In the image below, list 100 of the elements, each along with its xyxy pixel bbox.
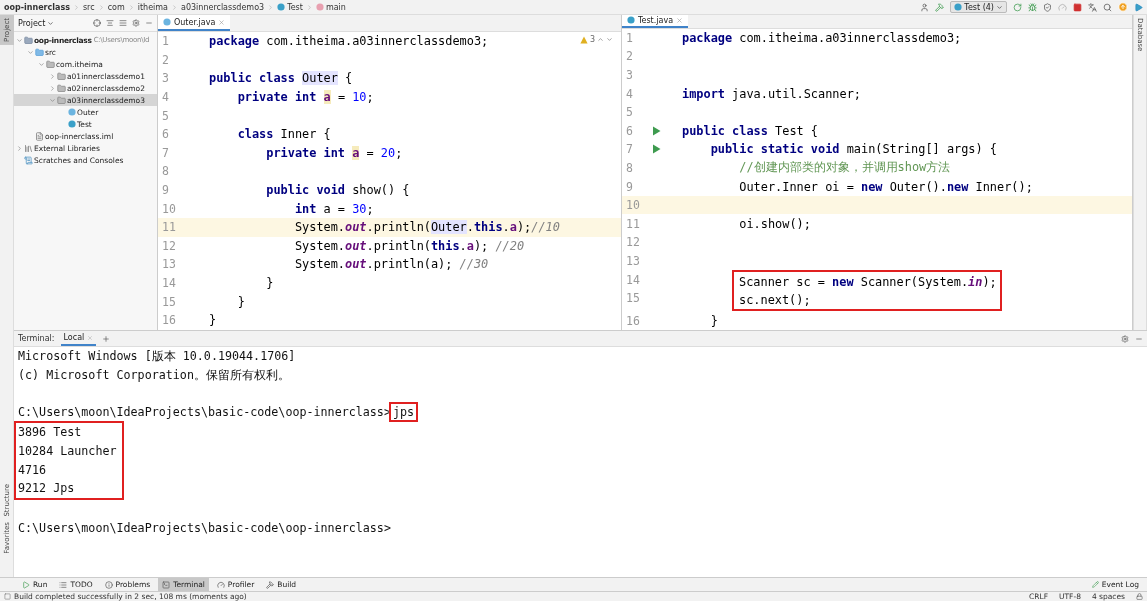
class-icon [627,16,635,25]
close-icon[interactable] [87,334,94,341]
run-icon[interactable] [652,125,661,136]
caret-icon [996,3,1003,11]
panel-title: Terminal: [18,334,55,343]
terminal-line: 4716 [18,461,48,479]
code-line: import java.util.Scanner; [682,86,861,101]
folder-icon [57,71,66,81]
bug-icon[interactable] [1028,2,1037,12]
chevron-right-icon [171,3,178,11]
chevron-down-icon[interactable] [606,36,613,43]
line-number: 10 [626,198,641,213]
update-icon[interactable] [1118,2,1128,12]
crosshair-icon[interactable] [93,19,101,27]
line-number: 9 [626,179,634,194]
stop-icon[interactable] [1073,2,1082,12]
line-number: 11 [162,220,177,235]
code-line: } [209,313,217,328]
code-line: System.out.println(a); //30 [293,257,489,272]
search-icon[interactable] [1103,2,1112,12]
class-icon [277,3,286,11]
session-tab[interactable]: Local [60,331,97,346]
code-line: public void show() { [265,183,410,198]
line-number: 3 [162,71,170,86]
editor-tab[interactable]: Test.java [622,15,689,28]
folder-icon [57,83,66,93]
settings-icon[interactable] [1121,334,1129,343]
module-folder-icon [24,35,33,45]
line-number: 2 [626,49,634,64]
run-configuration-dropdown[interactable]: Test (4) [950,1,1007,13]
line-number: 7 [626,142,634,157]
code-line: package com.itheima.a03innerclassdemo3; [209,34,489,49]
chevron-right-icon [72,3,80,11]
line-number: 14 [626,272,641,287]
line-number: 2 [162,52,170,67]
build-icon [266,580,275,589]
terminal-line: 9212 Jps [18,480,76,498]
problems-icon [104,580,113,589]
todo-icon [59,580,68,589]
pencil-icon [1091,581,1099,588]
lock-icon[interactable] [1136,593,1143,600]
close-icon[interactable] [218,18,226,26]
user-icon[interactable] [920,2,930,12]
expand-icon[interactable] [119,19,127,27]
terminal-line: (c) Microsoft Corporation。保留所有权利。 [18,366,291,384]
line-number: 6 [626,123,634,138]
line-number: 15 [162,294,177,309]
close-icon[interactable] [676,16,684,24]
line-number: 8 [162,164,170,179]
folder-icon [57,95,66,105]
chevron-right-icon[interactable] [16,144,23,152]
line-number: 6 [162,127,170,142]
code-line: System.out.println(Outer.this.a);//10 [293,220,560,235]
breadcrumb[interactable]: a03innerclassdemo3 [181,2,265,12]
code-line: System.out.println(this.a); //20 [293,238,525,253]
code-line: public class Test { [682,123,819,138]
scratch-icon [24,155,33,165]
line-number: 5 [626,105,634,120]
file-icon [35,131,44,141]
editor-tab[interactable]: Outer.java [158,15,231,31]
code-line: package com.itheima.a03innerclassdemo3; [682,30,962,45]
terminal-prompt: C:\Users\moon\IdeaProjects\basic-code\oop-innerclass> [18,520,391,535]
line-number: 3 [626,68,634,82]
hammer-icon[interactable] [935,2,945,12]
breadcrumb[interactable]: com [107,2,125,12]
breadcrumb[interactable]: oop-innerclass [4,2,70,12]
code-line: } [265,276,274,290]
line-number: 13 [162,257,177,272]
gauge-icon[interactable] [1058,2,1067,12]
translate-icon[interactable] [1088,2,1097,12]
warning-count[interactable]: 3 [589,35,595,44]
status-icon [4,593,11,600]
chevron-down-icon[interactable] [49,96,56,104]
breadcrumb[interactable]: main [315,2,346,12]
run-icon[interactable] [652,144,661,155]
add-icon[interactable] [102,334,111,343]
line-number: 12 [626,235,641,250]
class-icon [954,3,963,11]
chevron-up-icon[interactable] [597,36,604,43]
settings-icon[interactable] [132,19,140,27]
play-icon[interactable] [1134,2,1143,12]
coverage-icon[interactable] [1043,2,1052,12]
line-number: 4 [162,90,170,105]
method-icon [315,3,324,11]
breadcrumb[interactable]: itheima [137,2,168,12]
code-line: //创建内部类的对象，并调用show方法 [738,159,951,176]
code-line: oi.show(); [738,216,811,231]
class-icon [163,18,171,26]
minimize-icon[interactable] [145,19,153,27]
line-number: 12 [162,238,177,253]
code-line: private int a = 20; [265,145,403,160]
terminal-line: 10284 Launcher [18,442,118,460]
code-line: class Inner { [236,127,331,142]
code-line: int a = 30; [293,201,374,216]
collapse-icon[interactable] [106,19,114,27]
breadcrumb[interactable]: src [82,2,95,12]
rerun-icon[interactable] [1013,2,1022,12]
code-line: sc.next(); [739,293,811,308]
project-view-dropdown[interactable]: Project [18,18,55,28]
breadcrumb[interactable]: Test [277,2,303,12]
